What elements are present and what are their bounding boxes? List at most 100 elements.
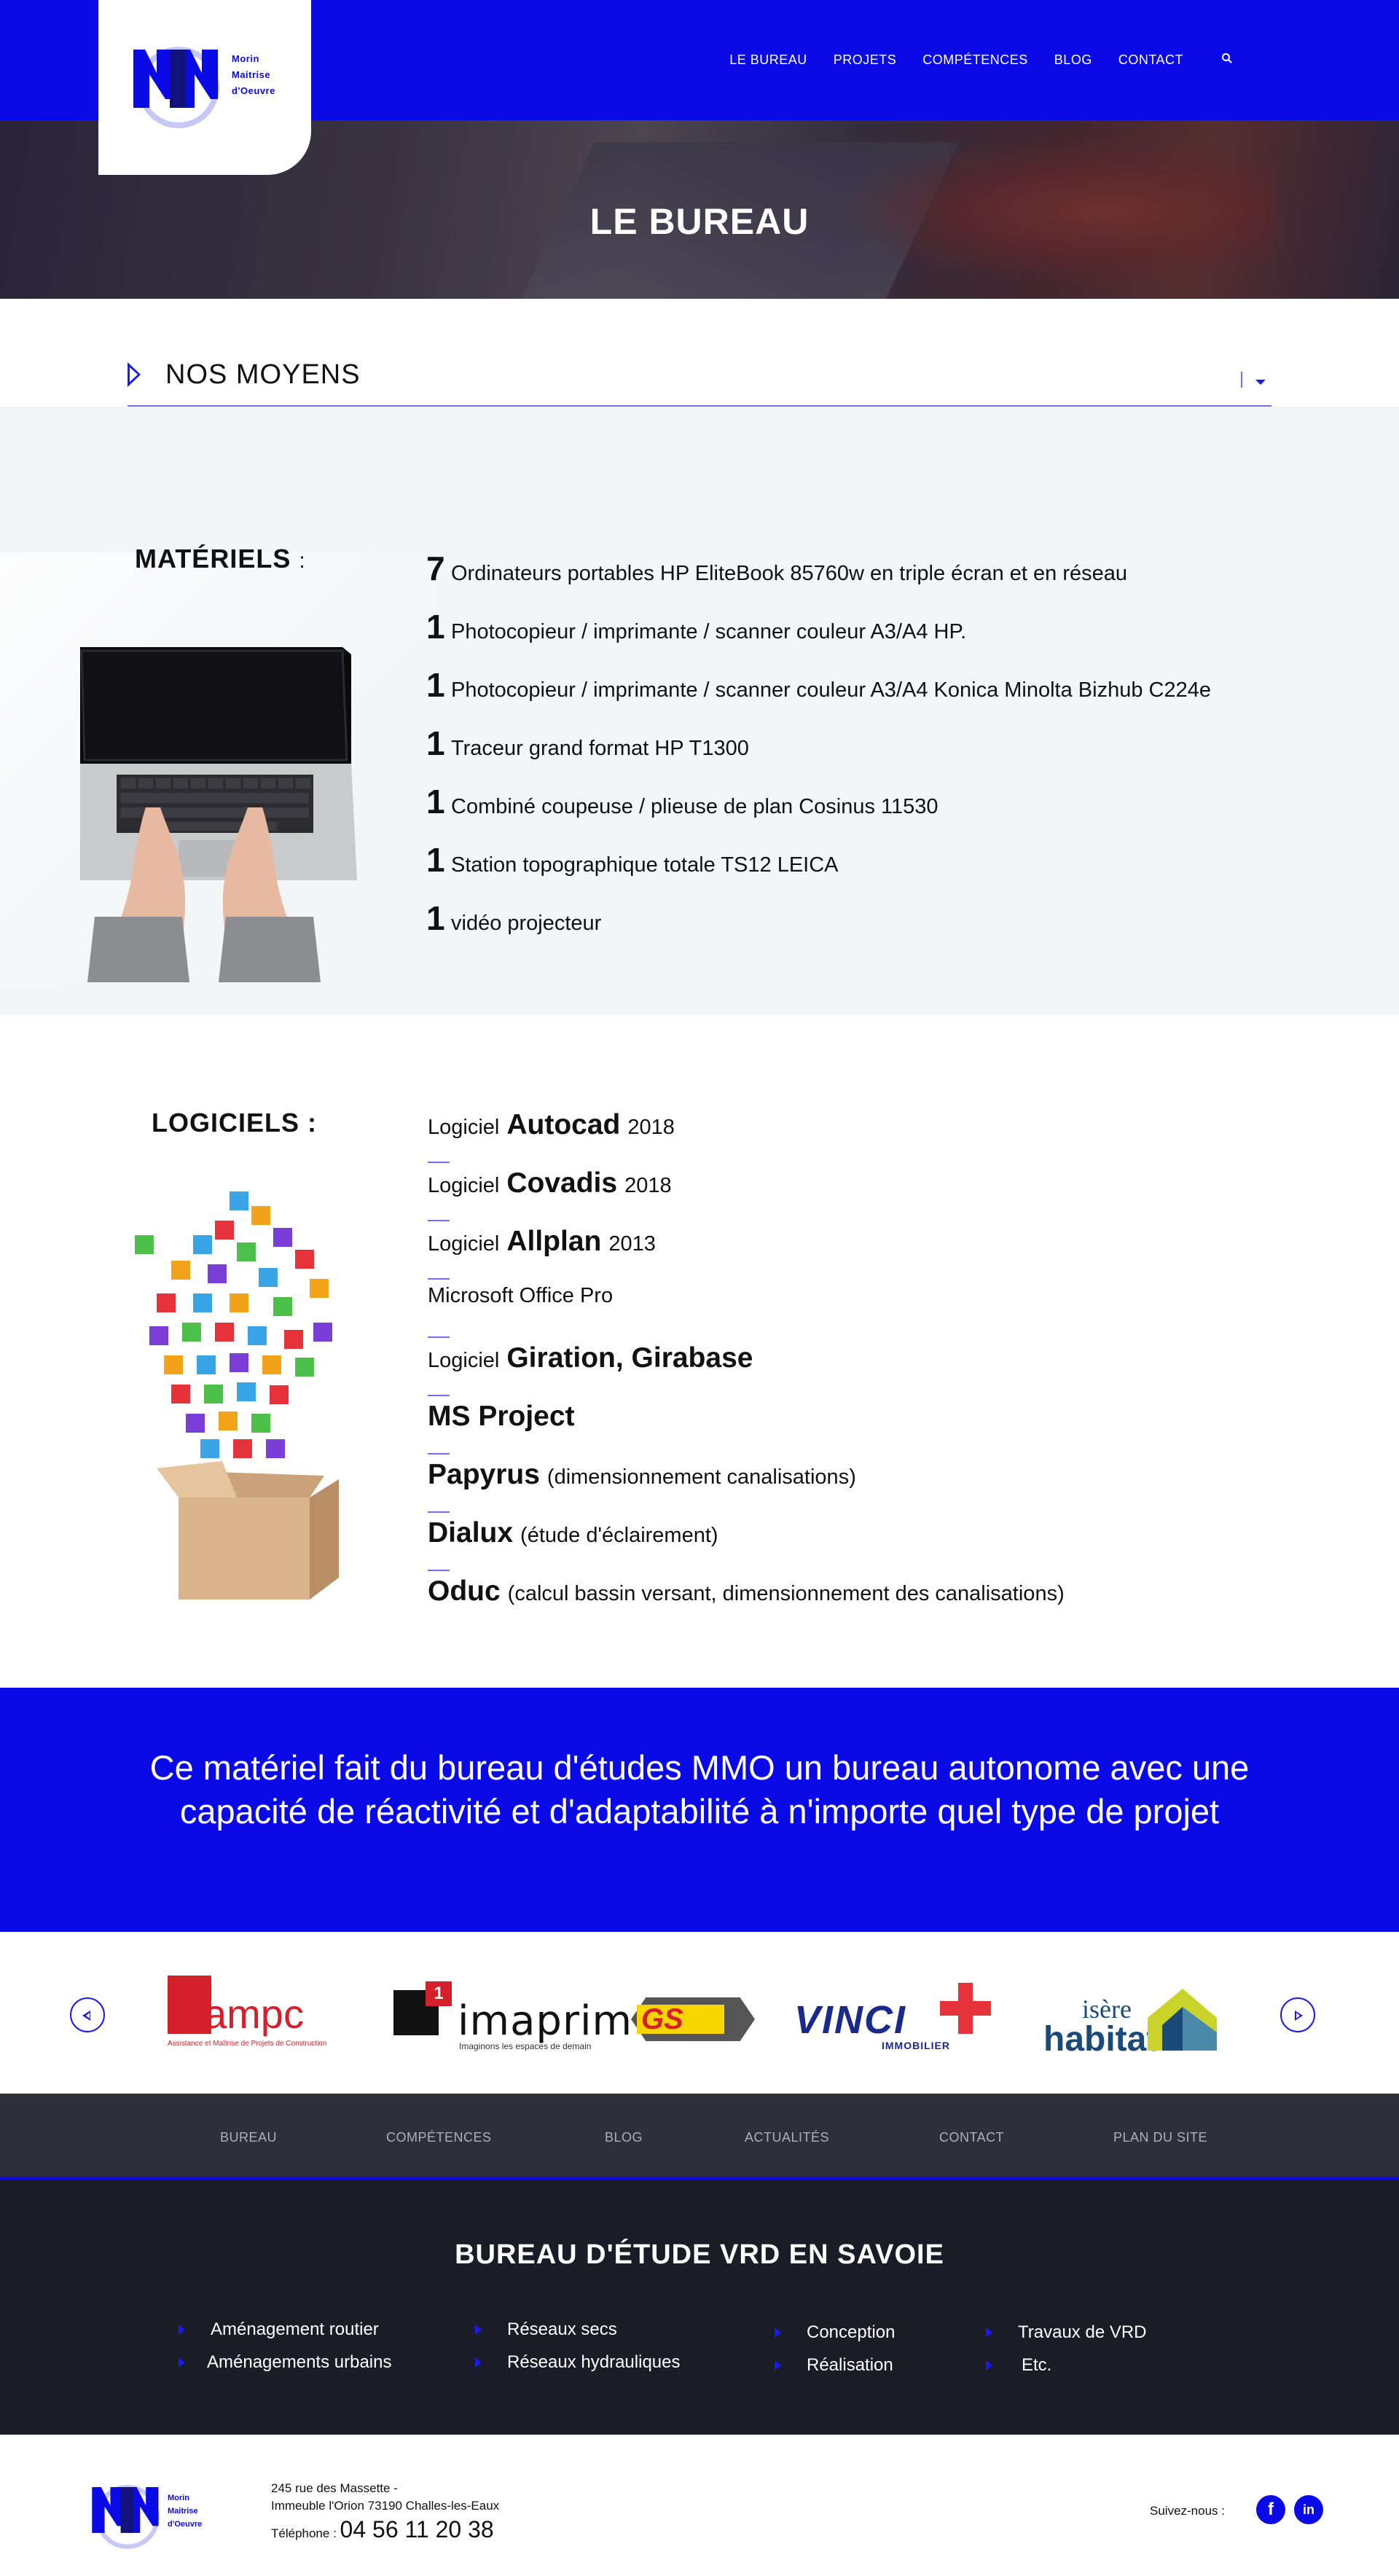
service-item[interactable]: Etc. — [986, 2355, 1051, 2376]
logo[interactable]: Morin Maitrise d'Oeuvre — [98, 0, 311, 175]
ampc-name: ampc — [204, 1991, 304, 2037]
list-item: 1 Station topographique totale TS12 LEICA — [426, 840, 1211, 899]
item-suffix: 2018 — [624, 1174, 672, 1197]
nav-competences[interactable]: COMPÉTENCES — [922, 52, 1028, 68]
bullet-icon — [475, 2357, 482, 2368]
footer-link-plan-du-site[interactable]: PLAN DU SITE — [1113, 2130, 1207, 2145]
service-item[interactable]: Travaux de VRD — [986, 2322, 1147, 2343]
house-icon — [1148, 1989, 1217, 2051]
bullet-icon — [775, 2360, 781, 2371]
address-line-1: 245 rue des Massette - — [271, 2481, 398, 2495]
brand-line-3: d'Oeuvre — [232, 85, 275, 96]
footer-link-contact[interactable]: CONTACT — [939, 2130, 1004, 2145]
gs-name: GS — [641, 2003, 683, 2035]
item-text: Photocopieur / imprimante / scanner coul… — [451, 678, 1211, 702]
service-label: Etc. — [1022, 2355, 1052, 2375]
item-count: 1 — [426, 666, 445, 704]
brand-line-1: Morin — [168, 2494, 189, 2502]
nav-projets[interactable]: PROJETS — [834, 52, 897, 68]
item-count: 1 — [426, 724, 445, 762]
item-name: Allplan — [506, 1226, 602, 1257]
partner-logo-ampc[interactable]: ampc Assistance et Maîtrise de Projets d… — [164, 1976, 332, 2056]
list-item: Microsoft Office Pro — [428, 1284, 1065, 1342]
carousel-next-button[interactable] — [1280, 1997, 1315, 2032]
service-item[interactable]: Aménagements urbains — [179, 2352, 391, 2373]
item-prefix: Logiciel — [428, 1174, 500, 1197]
item-suffix: 2018 — [627, 1116, 675, 1139]
statement-banner: Ce matériel fait du bureau d'études MMO … — [0, 1688, 1399, 1932]
item-name: Giration, Girabase — [506, 1342, 753, 1374]
nav-le-bureau[interactable]: LE BUREAU — [729, 52, 807, 68]
footer-link-bureau[interactable]: BUREAU — [220, 2130, 277, 2145]
list-item: 1 Photocopieur / imprimante / scanner cou… — [426, 607, 1211, 665]
logiciels-list: Logiciel Autocad 2018 Logiciel Covadis 2018 … — [428, 1109, 1065, 1634]
footer-link-actualites[interactable]: ACTUALITÉS — [745, 2130, 829, 2145]
item-suffix: (dimensionnement canalisations) — [546, 1465, 856, 1489]
vinci-cross-icon — [940, 1983, 991, 2034]
service-label: Aménagements urbains — [207, 2352, 392, 2372]
item-text: Station topographique totale TS12 LEICA — [451, 853, 839, 877]
footer-link-competences[interactable]: COMPÉTENCES — [386, 2130, 492, 2145]
item-count: 7 — [426, 549, 445, 587]
footer-nav: BUREAU COMPÉTENCES BLOG ACTUALITÉS CONTA… — [0, 2094, 1399, 2180]
list-item: Logiciel Autocad 2018 — [428, 1109, 1065, 1167]
partner-logo-gs[interactable]: GS — [631, 1976, 762, 2056]
materiels-list: 7 Ordinateurs portables HP EliteBook 8576… — [426, 549, 1211, 957]
carousel-prev-button[interactable] — [70, 1997, 105, 2032]
phone-number[interactable]: 04 56 11 20 38 — [340, 2516, 494, 2542]
service-label: Réseaux hydrauliques — [507, 2352, 681, 2372]
nav-blog[interactable]: BLOG — [1054, 52, 1092, 68]
item-name: Autocad — [506, 1109, 621, 1140]
item-prefix: Logiciel — [428, 1232, 500, 1256]
footer-address: 245 rue des Massette - Immeuble l'Orion … — [271, 2480, 499, 2515]
vinci-sub: IMMOBILIER — [882, 2040, 950, 2051]
section-select[interactable]: NOS MOYENS — [128, 346, 1271, 407]
linkedin-icon[interactable]: in — [1294, 2495, 1323, 2524]
list-item: 7 Ordinateurs portables HP EliteBook 8576… — [426, 549, 1211, 607]
search-icon[interactable] — [1221, 52, 1233, 68]
footer-link-blog[interactable]: BLOG — [605, 2130, 643, 2145]
partner-logo-imaprim[interactable]: 1 imaprim Imaginons les espaces de demai… — [393, 1976, 632, 2056]
bullet-icon — [179, 2325, 185, 2335]
footer-brand-name: Morin Maitrise d'Oeuvre — [168, 2491, 202, 2531]
service-item[interactable]: Réseaux hydrauliques — [475, 2352, 680, 2373]
nav-contact[interactable]: CONTACT — [1118, 52, 1183, 68]
brand-line-1: Morin — [232, 53, 259, 64]
page-title: LE BUREAU — [589, 201, 810, 242]
chevron-down-icon[interactable] — [1255, 380, 1266, 385]
brand-name: Morin Maitrise d'Oeuvre — [232, 51, 275, 99]
item-count: 1 — [426, 783, 445, 821]
item-text: Combiné coupeuse / plieuse de plan Cosin… — [451, 795, 938, 818]
laptop-image — [80, 647, 357, 982]
brand-line-2: Maitrise — [168, 2507, 198, 2516]
list-item: Logiciel Allplan 2013 — [428, 1226, 1065, 1284]
item-name: Oduc — [428, 1575, 501, 1607]
item-suffix: 2013 — [608, 1232, 656, 1256]
service-item[interactable]: Réseaux secs — [475, 2319, 617, 2340]
service-label: Aménagement routier — [211, 2319, 379, 2339]
software-cubes-image — [135, 1191, 339, 1600]
footer-logo-mark[interactable] — [87, 2471, 168, 2551]
triangle-right-icon — [128, 362, 141, 387]
bullet-icon — [986, 2328, 992, 2338]
service-item[interactable]: Aménagement routier — [179, 2319, 379, 2340]
item-text: Photocopieur / imprimante / scanner coul… — [451, 620, 967, 643]
item-suffix: (étude d'éclairement) — [520, 1524, 718, 1547]
facebook-icon[interactable]: f — [1256, 2495, 1285, 2524]
ampc-tag: Assistance et Maîtrise de Projets de Con… — [168, 2040, 327, 2048]
item-prefix: Microsoft Office Pro — [428, 1284, 614, 1307]
list-item: Papyrus (dimensionnement canalisations) — [428, 1459, 1065, 1517]
service-label: Travaux de VRD — [1018, 2322, 1147, 2342]
partner-logo-vinci[interactable]: VINCI IMMOBILIER — [794, 1976, 991, 2056]
phone-label: Téléphone : — [271, 2526, 337, 2540]
footer-phone: Téléphone : 04 56 11 20 38 — [271, 2516, 494, 2543]
item-name: Dialux — [428, 1517, 514, 1549]
list-item: Dialux (étude d'éclairement) — [428, 1517, 1065, 1575]
bullet-icon — [475, 2325, 482, 2335]
service-item[interactable]: Conception — [775, 2322, 895, 2343]
item-prefix: Logiciel — [428, 1349, 500, 1372]
service-item[interactable]: Réalisation — [775, 2355, 893, 2376]
section-select-label: NOS MOYENS — [165, 359, 361, 390]
partner-logo-isere-habitat[interactable]: isère habitat — [1042, 1976, 1217, 2059]
service-label: Réalisation — [807, 2355, 893, 2375]
